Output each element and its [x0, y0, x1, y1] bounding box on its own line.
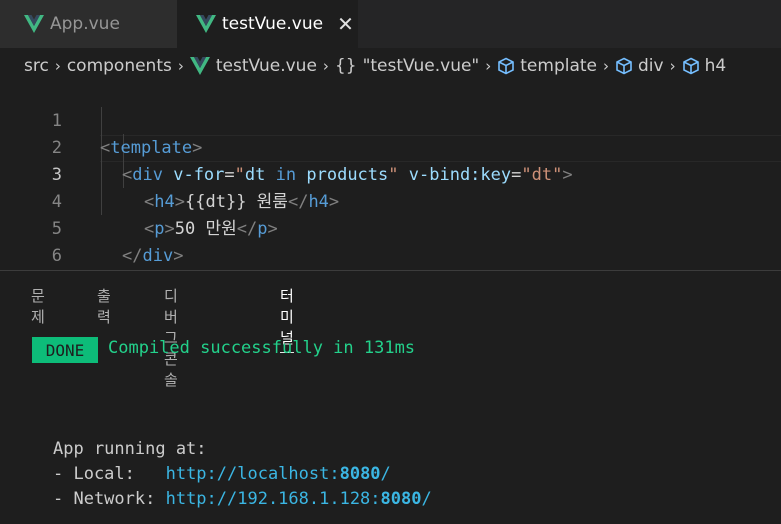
network-url-slash: /: [421, 489, 432, 509]
chevron-right-icon: ›: [485, 57, 492, 75]
breadcrumb-template-label: template: [520, 56, 598, 76]
breadcrumb-h4-label: h4: [704, 56, 727, 76]
network-url-port: 8080: [380, 489, 422, 509]
vue-icon: [196, 15, 216, 33]
local-url-port: 8080: [339, 464, 381, 484]
breadcrumb-div-label: div: [638, 56, 664, 76]
network-label: - Network:: [53, 489, 166, 509]
cube-icon: [682, 57, 699, 75]
breadcrumb-file[interactable]: testVue.vue: [189, 56, 317, 76]
code-line: 6 </template>: [0, 216, 781, 293]
tab-label: testVue.vue: [222, 14, 324, 34]
running-label: App running at:: [53, 439, 207, 459]
breadcrumb-components[interactable]: components: [67, 56, 172, 76]
code-line: 2 <div v-for="dt in products" v-bind:key…: [0, 108, 781, 185]
breadcrumb-h4[interactable]: h4: [682, 56, 727, 76]
tab-problems[interactable]: 문제: [31, 285, 45, 327]
breadcrumb-component-label: "testVue.vue": [362, 56, 480, 76]
tab-output[interactable]: 출력: [97, 285, 111, 327]
local-line: - Local: http://localhost:8080/: [53, 464, 391, 484]
network-url[interactable]: http://192.168.1.128:8080/: [166, 489, 432, 509]
breadcrumb-template[interactable]: template: [497, 56, 597, 76]
code-editor[interactable]: 1 <template> 2 <div v-for="dt in product…: [0, 80, 781, 293]
close-icon[interactable]: ✕: [337, 12, 354, 36]
vue-icon: [24, 15, 44, 33]
chevron-right-icon: ›: [603, 57, 610, 75]
local-url-slash: /: [380, 464, 391, 484]
breadcrumb-component[interactable]: {} "testVue.vue": [335, 56, 479, 76]
tab-app-vue[interactable]: App.vue: [0, 0, 178, 48]
tab-testvue-vue[interactable]: testVue.vue ✕: [178, 0, 358, 48]
network-url-host: http://192.168.1.128:: [165, 489, 381, 509]
bottom-panel: 문제 출력 디버그 콘솔 터미널 DONE Compiled successfu…: [0, 270, 781, 524]
breadcrumb-src[interactable]: src: [24, 56, 49, 76]
chevron-right-icon: ›: [177, 57, 184, 75]
code-line: 3 <h4>{{dt}} 원룸</h4>: [0, 135, 781, 212]
network-line: - Network: http://192.168.1.128:8080/: [53, 489, 432, 509]
cube-icon: [616, 57, 632, 75]
done-badge: DONE: [32, 337, 98, 363]
editor-tab-bar: App.vue testVue.vue ✕: [0, 0, 781, 48]
tab-label: App.vue: [50, 14, 120, 34]
breadcrumb: src › components › testVue.vue › {} "tes…: [0, 52, 781, 80]
compiled-message: Compiled successfully in 131ms: [108, 338, 416, 358]
code-line: 1 <template>: [0, 81, 781, 158]
code-line: 7: [0, 243, 781, 293]
chevron-right-icon: ›: [322, 57, 329, 75]
code-line: 4 <p>50 만원</p>: [0, 162, 781, 239]
local-url-host: http://localhost:: [165, 464, 340, 484]
code-line: 5 </div>: [0, 189, 781, 266]
chevron-right-icon: ›: [669, 57, 676, 75]
cube-icon: [498, 57, 515, 75]
breadcrumb-div[interactable]: div: [615, 56, 664, 76]
local-label: - Local:: [53, 464, 166, 484]
breadcrumb-file-label: testVue.vue: [215, 56, 317, 76]
vue-icon: [189, 57, 210, 75]
braces-icon: {}: [334, 56, 357, 76]
chevron-right-icon: ›: [54, 57, 61, 75]
local-url[interactable]: http://localhost:8080/: [166, 464, 391, 484]
